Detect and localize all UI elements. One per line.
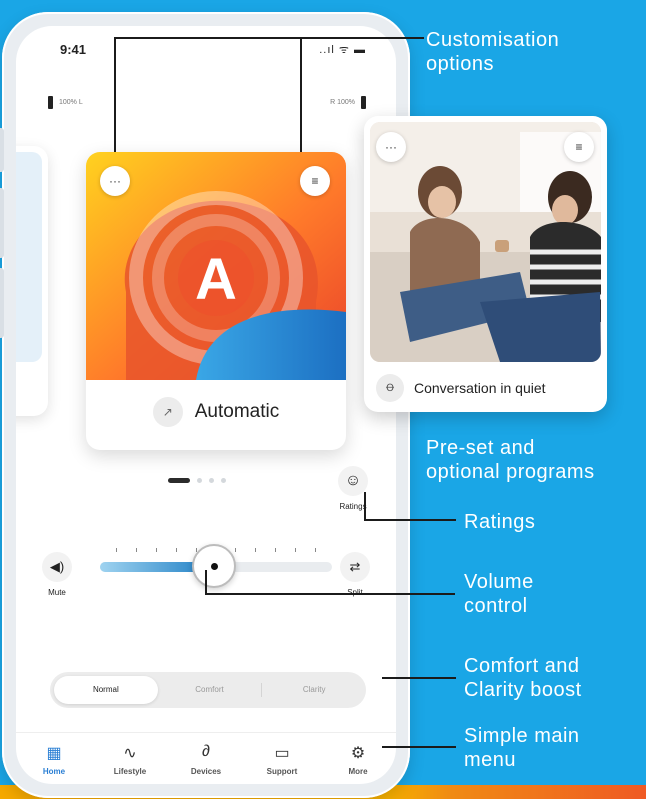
annotation-ratings: Ratings xyxy=(464,511,536,533)
conversation-icon: Ꝋ xyxy=(376,374,404,402)
annotation-programs: Pre-set and optional programs xyxy=(426,437,595,483)
battery-left: 100% L xyxy=(48,96,83,109)
leader-menu xyxy=(382,746,456,748)
more-options-button[interactable]: ··· xyxy=(100,166,130,196)
annotation-menu: Simple main menu xyxy=(464,725,580,771)
page-dot xyxy=(197,478,202,483)
previous-program-card[interactable] xyxy=(16,146,48,416)
sliders-icon: ≡ xyxy=(311,174,319,188)
tab-home-label: Home xyxy=(42,767,66,776)
tab-support-label: Support xyxy=(266,767,298,776)
battery-icon xyxy=(361,96,366,109)
more-icon: ··· xyxy=(109,174,121,188)
home-grid-icon: ▦ xyxy=(46,745,62,762)
program-label: Automatic xyxy=(194,401,280,422)
tab-support[interactable]: ▭ Support xyxy=(244,733,320,784)
annotation-boost: Comfort and Clarity boost xyxy=(464,655,582,701)
annotation-customisation: Customisation options xyxy=(426,29,560,75)
page-dot-active xyxy=(168,478,190,483)
handle-dot xyxy=(210,562,218,570)
battery-icon xyxy=(48,96,53,109)
mute-button[interactable]: ◀) xyxy=(42,552,72,582)
boost-option-normal[interactable]: Normal xyxy=(54,676,158,704)
boost-option-comfort[interactable]: Comfort xyxy=(158,676,262,704)
battery-left-label: 100% L xyxy=(59,99,83,106)
status-icons: ..ıl ᯤ ▬ xyxy=(319,44,366,56)
conversation-more-button[interactable]: ··· xyxy=(376,132,406,162)
leader-volume-v xyxy=(205,570,207,594)
leader-customisation-v1 xyxy=(114,37,116,152)
leader-customisation-v2 xyxy=(300,37,302,152)
leader-volume-h xyxy=(205,593,455,595)
conversation-label: Conversation in quiet xyxy=(414,380,546,396)
tab-lifestyle-label: Lifestyle xyxy=(113,767,147,776)
gear-icon: ⚙ xyxy=(350,745,366,762)
phone-frame: 9:41 ..ıl ᯤ ▬ 100% L R 100% A ··· ≡ ↗ Au… xyxy=(0,12,410,798)
main-menu: ▦ Home ∿ Lifestyle ∂ Devices ▭ Support ⚙… xyxy=(16,732,396,784)
tab-devices-label: Devices xyxy=(190,767,222,776)
conversation-photo xyxy=(370,122,601,362)
phone-screen: 9:41 ..ıl ᯤ ▬ 100% L R 100% A ··· ≡ ↗ Au… xyxy=(16,26,396,784)
chat-bubble-icon: ▭ xyxy=(274,745,290,762)
program-settings-button[interactable]: ≡ xyxy=(300,166,330,196)
annotation-volume: Volume control xyxy=(464,571,534,617)
phone-side-button xyxy=(0,188,4,258)
leader-customisation-h xyxy=(114,37,424,39)
status-time: 9:41 xyxy=(60,42,87,57)
mute-label: Mute xyxy=(48,588,66,597)
tab-home[interactable]: ▦ Home xyxy=(16,733,92,784)
more-icon: ··· xyxy=(385,140,397,154)
speaker-icon: ◀) xyxy=(49,559,65,574)
leader-ratings-v xyxy=(364,492,366,520)
sliders-icon: ≡ xyxy=(575,140,583,154)
boost-option-clarity[interactable]: Clarity xyxy=(262,676,366,704)
battery-right: R 100% xyxy=(330,96,366,109)
hearing-aid-icon: ∂ xyxy=(202,743,210,760)
conversation-settings-button[interactable]: ≡ xyxy=(564,132,594,162)
program-card-conversation[interactable]: ··· ≡ Ꝋ Conversation in quiet xyxy=(364,116,607,412)
page-dot xyxy=(209,478,214,483)
conversation-title-row: Ꝋ Conversation in quiet xyxy=(364,366,607,410)
tab-more-label: More xyxy=(348,767,368,776)
leader-ratings-h xyxy=(364,519,456,521)
tab-devices[interactable]: ∂ Devices xyxy=(168,733,244,784)
volume-slider-handle[interactable] xyxy=(192,544,236,588)
split-button[interactable]: ⇄ xyxy=(340,552,370,582)
program-title-row: ↗ Automatic xyxy=(86,390,346,434)
split-icon: ⇄ xyxy=(349,559,361,574)
tab-lifestyle[interactable]: ∿ Lifestyle xyxy=(92,733,168,784)
carousel-page-indicator xyxy=(168,478,226,483)
phone-side-button xyxy=(0,128,4,172)
program-card-automatic[interactable]: A ··· ≡ ↗ Automatic xyxy=(86,152,346,450)
pulse-icon: ∿ xyxy=(123,745,137,762)
previous-program-image xyxy=(16,152,42,362)
battery-right-label: R 100% xyxy=(330,99,355,106)
automatic-mode-icon: ↗ xyxy=(152,397,183,427)
automatic-letter: A xyxy=(195,247,237,312)
tab-more[interactable]: ⚙ More xyxy=(320,733,396,784)
phone-side-button xyxy=(0,268,4,338)
leader-boost xyxy=(382,677,456,679)
boost-selector: Normal Comfort Clarity xyxy=(50,672,366,708)
page-dot xyxy=(221,478,226,483)
smiley-icon: ☺ xyxy=(344,472,362,489)
